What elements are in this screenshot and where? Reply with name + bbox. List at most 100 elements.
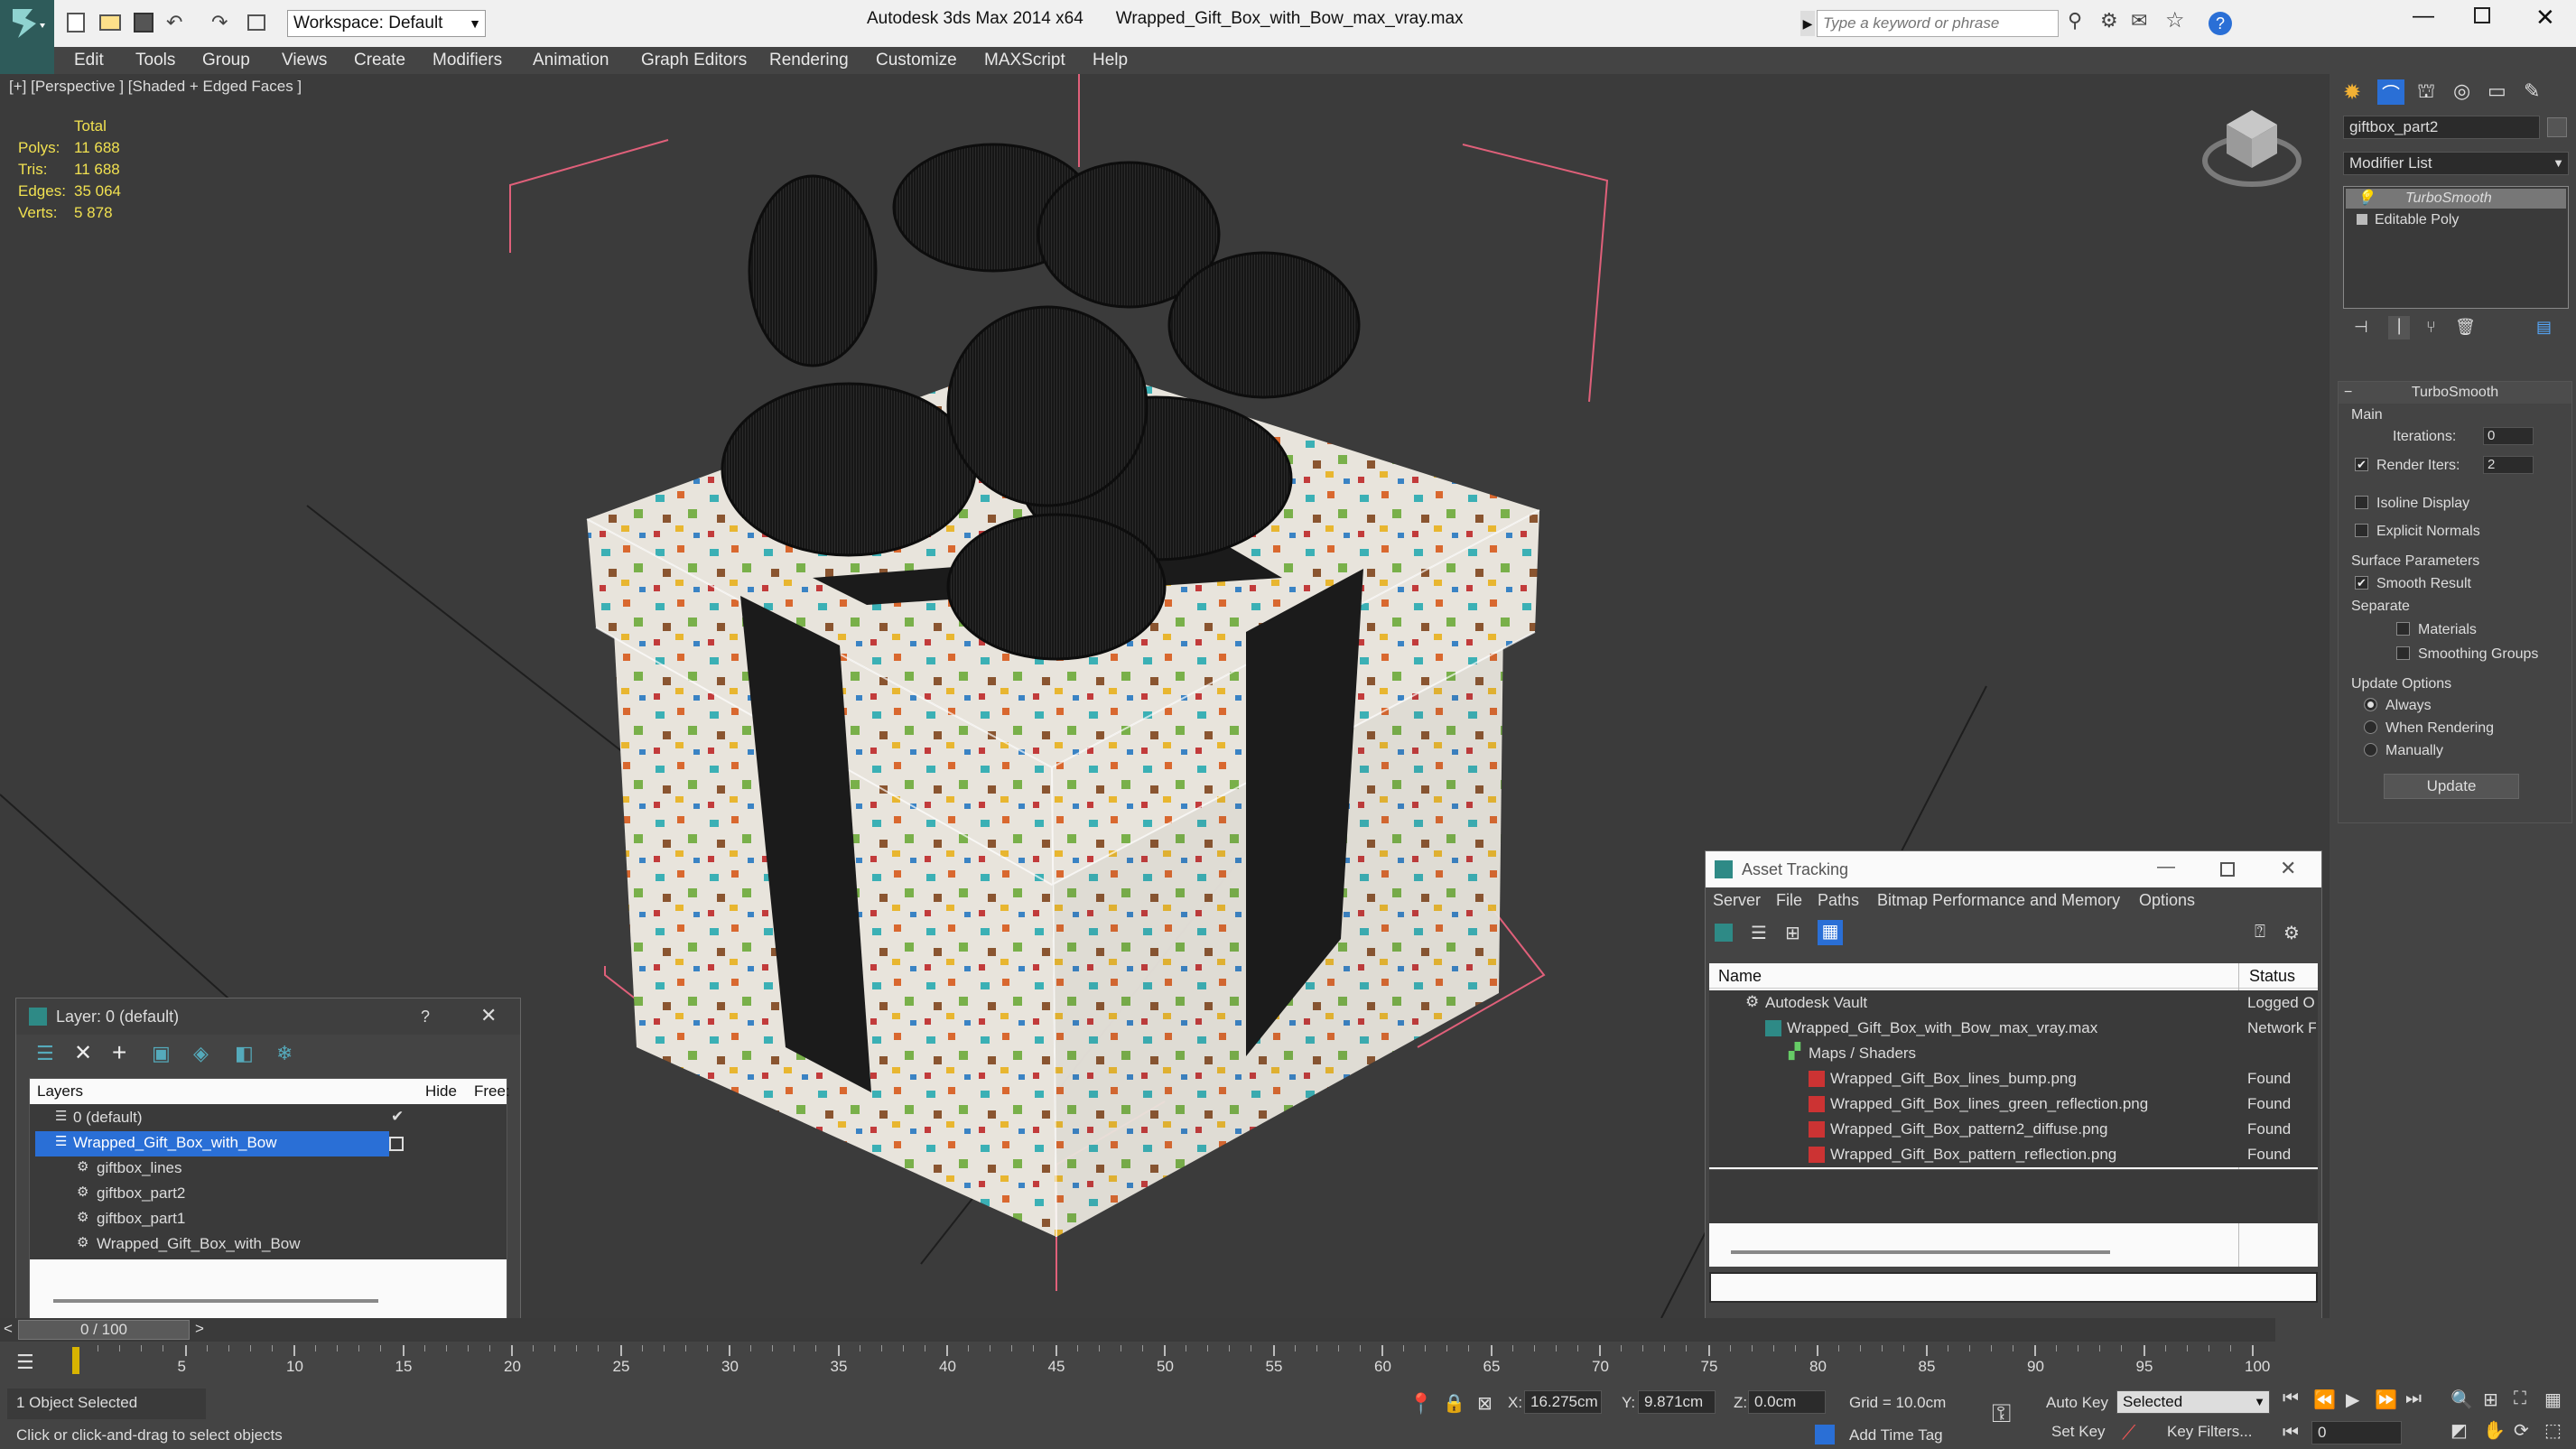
zoom-extents-icon[interactable]: ⛶ bbox=[2514, 1389, 2526, 1409]
app-logo[interactable] bbox=[0, 0, 54, 47]
hierarchy-tab-icon[interactable]: ⛫ bbox=[2417, 79, 2435, 106]
key-selection-dropdown[interactable]: Selected ▼ bbox=[2116, 1390, 2270, 1414]
gift-box[interactable] bbox=[586, 143, 1540, 1238]
layer-object-row[interactable]: ⚙ Wrapped_Gift_Box_with_Bow bbox=[30, 1232, 507, 1258]
subscription-icon[interactable]: ⚙ bbox=[2100, 9, 2118, 33]
go-to-start-icon[interactable]: ⏮ bbox=[2283, 1389, 2299, 1409]
asset-row[interactable]: Wrapped_Gift_Box_lines_green_reflection.… bbox=[1709, 1091, 2318, 1117]
close-icon[interactable]: ✕ bbox=[2280, 857, 2296, 880]
delete-layer-icon[interactable]: ✕ bbox=[74, 1040, 92, 1066]
key-filters-button[interactable]: Key Filters... bbox=[2167, 1423, 2252, 1441]
when-rendering-radio[interactable] bbox=[2364, 720, 2377, 734]
rollout-header[interactable]: − TurboSmooth bbox=[2339, 382, 2571, 404]
current-layer-check-icon[interactable]: ✔ bbox=[391, 1108, 404, 1126]
horizontal-scrollbar[interactable] bbox=[53, 1299, 378, 1303]
search-expander-icon[interactable]: ▶ bbox=[1800, 11, 1815, 36]
horizontal-scrollbar[interactable] bbox=[1731, 1250, 2110, 1254]
layer-row[interactable]: ☰ 0 (default) ✔ bbox=[30, 1106, 507, 1131]
time-slider[interactable]: < 0 / 100 > bbox=[0, 1318, 2275, 1342]
modify-tab-icon[interactable]: ⌒ bbox=[2377, 79, 2404, 105]
display-tab-icon[interactable]: ▭ bbox=[2488, 79, 2506, 103]
x-coordinate-field[interactable]: 16.275cm bbox=[1524, 1390, 1602, 1414]
next-key-icon[interactable]: ⏩ bbox=[2375, 1389, 2397, 1411]
layer-window-titlebar[interactable]: Layer: 0 (default) ? ✕ bbox=[16, 999, 520, 1035]
maximize-viewport-icon[interactable]: ⬚ bbox=[2544, 1419, 2562, 1442]
undo-icon[interactable]: ↶ bbox=[166, 11, 182, 34]
menu-edit[interactable]: Edit bbox=[74, 51, 104, 70]
menu-group[interactable]: Group bbox=[202, 51, 250, 70]
communication-icon[interactable]: ✉ bbox=[2131, 9, 2147, 33]
render-iters-checkbox[interactable]: ✔ bbox=[2355, 458, 2368, 471]
lock-selection-icon[interactable]: 🔒 bbox=[1443, 1392, 1465, 1415]
field-of-view-icon[interactable]: ◩ bbox=[2450, 1419, 2468, 1442]
layer-row-selected[interactable]: ☰ Wrapped_Gift_Box_with_Bow bbox=[35, 1131, 389, 1156]
menu-create[interactable]: Create bbox=[354, 51, 405, 70]
create-tab-icon[interactable]: ✹ bbox=[2343, 79, 2361, 106]
help-icon[interactable]: ? bbox=[421, 1008, 430, 1026]
iterations-spinner[interactable]: 0 bbox=[2483, 427, 2534, 445]
object-name-field[interactable]: giftbox_part2 bbox=[2343, 116, 2540, 139]
redo-icon[interactable]: ↷ bbox=[211, 11, 228, 34]
previous-frame-icon[interactable]: ⏪ bbox=[2313, 1389, 2336, 1411]
binoculars-icon[interactable]: ⚲ bbox=[2068, 9, 2082, 33]
set-key-icon[interactable]: ⟋ bbox=[2122, 1421, 2135, 1444]
set-key-button[interactable]: Set Key bbox=[2051, 1423, 2106, 1441]
smoothing-groups-checkbox[interactable] bbox=[2396, 646, 2410, 660]
motion-tab-icon[interactable]: ◎ bbox=[2453, 79, 2470, 103]
manually-radio[interactable] bbox=[2364, 743, 2377, 757]
menu-animation[interactable]: Animation bbox=[533, 51, 609, 70]
help-icon[interactable]: ? bbox=[2209, 12, 2232, 35]
col-status[interactable]: Status bbox=[2249, 967, 2295, 986]
menu-views[interactable]: Views bbox=[282, 51, 327, 70]
add-time-tag[interactable]: Add Time Tag bbox=[1849, 1426, 1943, 1444]
col-layers[interactable]: Layers bbox=[37, 1082, 83, 1101]
key-mode-toggle-icon[interactable]: ⏮ bbox=[2283, 1423, 2299, 1444]
play-icon[interactable]: ▶ bbox=[2346, 1389, 2359, 1411]
current-frame-field[interactable]: 0 bbox=[2311, 1421, 2402, 1444]
materials-checkbox[interactable] bbox=[2396, 622, 2410, 636]
show-end-result-icon[interactable]: ❘ bbox=[2388, 316, 2410, 339]
save-icon[interactable] bbox=[134, 13, 153, 33]
favorites-star-icon[interactable]: ☆ bbox=[2165, 7, 2185, 33]
remove-modifier-icon[interactable]: 🗑 bbox=[2455, 318, 2476, 337]
new-icon[interactable] bbox=[67, 13, 85, 33]
open-icon[interactable] bbox=[99, 14, 121, 31]
asset-menu-options[interactable]: Options bbox=[2139, 891, 2195, 910]
time-slider-thumb[interactable]: 0 / 100 bbox=[18, 1320, 190, 1340]
isoline-display-checkbox[interactable] bbox=[2355, 496, 2368, 509]
col-name[interactable]: Name bbox=[1718, 967, 1762, 986]
asset-menu-file[interactable]: File bbox=[1776, 891, 1802, 910]
asset-row[interactable]: Wrapped_Gift_Box_pattern2_diffuse.png Fou… bbox=[1709, 1117, 2318, 1142]
always-radio[interactable] bbox=[2364, 698, 2377, 711]
list-view-icon[interactable]: ☰ bbox=[1751, 922, 1767, 944]
menu-help[interactable]: Help bbox=[1093, 51, 1128, 70]
zoom-all-icon[interactable]: ⊞ bbox=[2483, 1389, 2498, 1411]
search-input[interactable] bbox=[1817, 10, 2059, 37]
asset-row[interactable]: ▞ Maps / Shaders bbox=[1709, 1041, 2318, 1066]
table-view-icon[interactable]: ▦ bbox=[1818, 920, 1843, 945]
orbit-icon[interactable]: ⟳ bbox=[2514, 1419, 2529, 1442]
workspace-dropdown[interactable]: Workspace: Default ▼ bbox=[287, 10, 486, 37]
make-unique-icon[interactable]: ⑂ bbox=[2426, 318, 2436, 337]
layer-object-row[interactable]: ⚙ giftbox_lines bbox=[30, 1156, 507, 1182]
object-color-swatch[interactable] bbox=[2547, 117, 2567, 137]
refresh-icon[interactable] bbox=[1715, 924, 1733, 942]
asset-menu-paths[interactable]: Paths bbox=[1818, 891, 1859, 910]
modifier-stack-item-selected[interactable]: 💡 TurboSmooth bbox=[2346, 189, 2566, 209]
settings-icon[interactable]: ⚙ bbox=[2283, 922, 2300, 944]
close-icon[interactable]: ✕ bbox=[2535, 4, 2555, 32]
layer-object-row[interactable]: ⚙ giftbox_part1 bbox=[30, 1207, 507, 1232]
zoom-icon[interactable]: 🔍 bbox=[2450, 1389, 2473, 1411]
auto-key-button[interactable]: Auto Key bbox=[2046, 1394, 2108, 1412]
configure-sets-icon[interactable]: ▤ bbox=[2536, 318, 2552, 337]
menu-maxscript[interactable]: MAXScript bbox=[984, 51, 1065, 70]
select-objects-icon[interactable]: ▣ bbox=[152, 1042, 171, 1065]
menu-rendering[interactable]: Rendering bbox=[769, 51, 849, 70]
asset-row[interactable]: Wrapped_Gift_Box_lines_bump.png Found bbox=[1709, 1066, 2318, 1091]
pan-icon[interactable]: ✋ bbox=[2483, 1419, 2506, 1442]
absolute-mode-icon[interactable]: ⊠ bbox=[1477, 1392, 1493, 1415]
minimize-icon[interactable]: — bbox=[2413, 4, 2434, 29]
layer-object-row[interactable]: ⚙ giftbox_part2 bbox=[30, 1182, 507, 1207]
hide-all-layers-icon[interactable]: ◧ bbox=[235, 1042, 254, 1065]
project-folder-icon[interactable] bbox=[247, 14, 265, 31]
